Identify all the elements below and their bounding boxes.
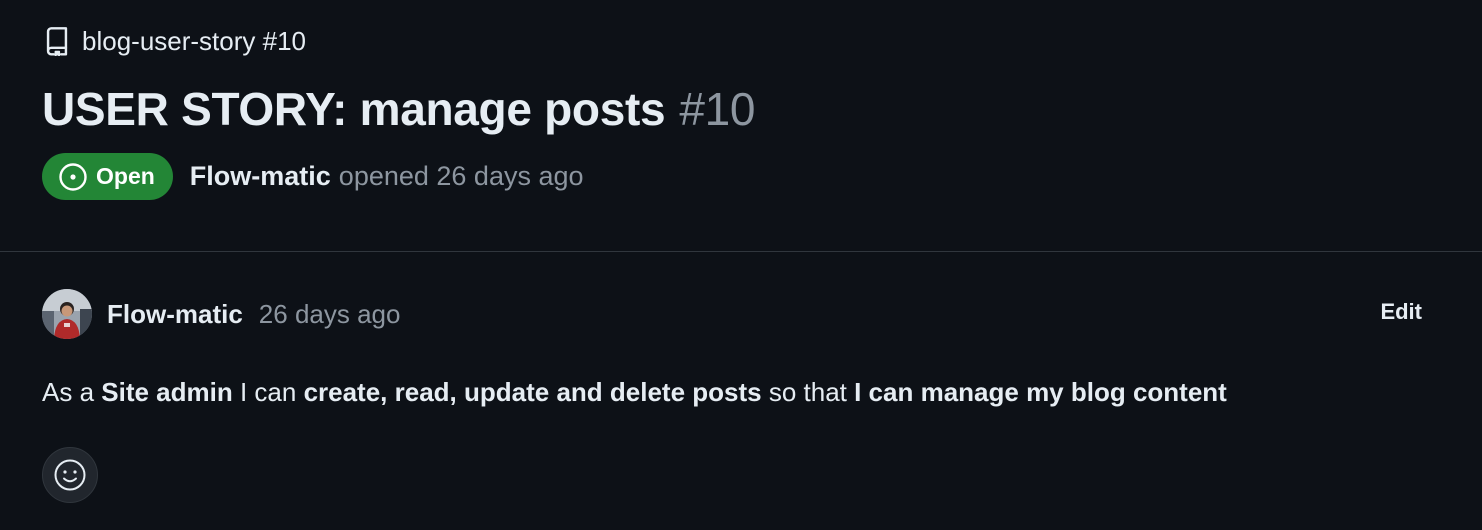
comment-author[interactable]: Flow-matic — [107, 299, 243, 330]
comment-timestamp[interactable]: 26 days ago — [259, 299, 401, 330]
comment-text: As a — [42, 377, 102, 407]
status-label: Open — [96, 163, 155, 189]
comment-text-bold: create, read, update and delete posts — [303, 377, 762, 407]
issue-meta: Open Flow-matic opened 26 days ago — [42, 153, 584, 200]
breadcrumb[interactable]: blog-user-story #10 — [44, 24, 306, 58]
issue-author-link[interactable]: Flow-matic — [190, 161, 331, 192]
issue-header: blog-user-story #10 USER STORY: manage p… — [0, 0, 1482, 252]
edit-button[interactable]: Edit — [1380, 299, 1422, 325]
comment-text: so that — [761, 377, 855, 407]
avatar[interactable] — [42, 289, 92, 339]
issue-opened-icon — [58, 162, 88, 192]
repo-icon — [44, 26, 70, 56]
issue-opened-text: opened 26 days ago — [338, 161, 584, 191]
comment-body: As a Site admin I can create, read, upda… — [42, 377, 1227, 408]
page-title: USER STORY: manage posts #10 — [42, 82, 755, 136]
comment-text: I can — [232, 377, 304, 407]
comment: Flow-matic 26 days ago Edit As a Site ad… — [0, 253, 1482, 530]
issue-number: #10 — [679, 83, 756, 135]
comment-header: Flow-matic 26 days ago Edit — [42, 289, 1440, 339]
smiley-icon — [53, 458, 87, 492]
add-reaction-button[interactable] — [42, 447, 98, 503]
comment-text-bold: Site admin — [101, 377, 233, 407]
breadcrumb-label[interactable]: blog-user-story #10 — [82, 26, 306, 57]
comment-text-bold: I can manage my blog content — [854, 377, 1227, 407]
issue-title: USER STORY: manage posts — [42, 83, 666, 135]
status-badge: Open — [42, 153, 173, 200]
